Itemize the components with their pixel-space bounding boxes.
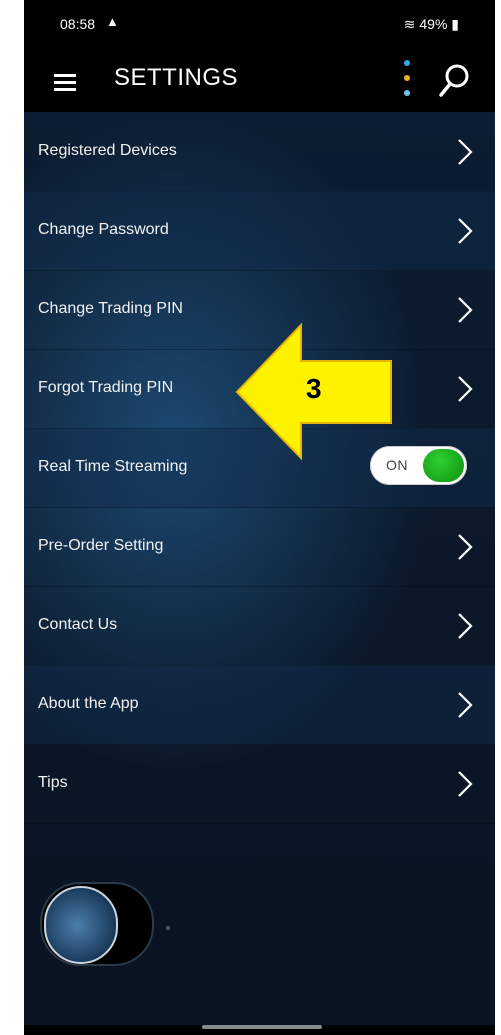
settings-item-label: Registered Devices [38, 142, 177, 159]
pip-indicator-dot [166, 926, 170, 930]
chevron-right-icon [458, 771, 473, 797]
settings-item-registered-devices[interactable]: Registered Devices [24, 112, 495, 192]
settings-item-label: Real Time Streaming [38, 458, 188, 475]
annotation-arrow: 3 [235, 322, 395, 461]
chevron-right-icon [458, 297, 473, 323]
chevron-right-icon [458, 218, 473, 244]
home-indicator[interactable] [202, 1025, 322, 1029]
search-icon[interactable] [438, 63, 470, 99]
settings-item-label: Change Password [38, 221, 169, 238]
app-bar: SETTINGS [24, 50, 495, 112]
settings-item-contact-us[interactable]: Contact Us [24, 586, 495, 666]
settings-item-change-password[interactable]: Change Password [24, 191, 495, 271]
chevron-right-icon [458, 139, 473, 165]
pip-thumbnail [44, 886, 118, 964]
picture-in-picture-window[interactable] [40, 882, 154, 966]
settings-item-label: About the App [38, 695, 139, 712]
signal-icon: ≋ [403, 16, 420, 32]
settings-item-tips[interactable]: Tips [24, 744, 495, 824]
settings-item-label: Forgot Trading PIN [38, 379, 174, 396]
chevron-right-icon [458, 376, 473, 402]
hamburger-menu-icon[interactable] [54, 74, 76, 91]
settings-item-about-the-app[interactable]: About the App [24, 665, 495, 745]
settings-item-pre-order-setting[interactable]: Pre-Order Setting [24, 507, 495, 587]
settings-list: Registered Devices Change Password Chang… [24, 112, 495, 902]
navigation-bar [24, 1025, 495, 1035]
toggle-knob [423, 449, 464, 482]
battery-icon: ▮ [447, 16, 459, 32]
status-indicators: ≋ 49% ▮ [404, 16, 459, 33]
chevron-right-icon [458, 613, 473, 639]
settings-item-label: Pre-Order Setting [38, 537, 164, 554]
chevron-right-icon [458, 692, 473, 718]
battery-level: 49% [419, 16, 448, 32]
status-time: 08:58 [60, 16, 96, 32]
kebab-menu-icon[interactable] [403, 58, 411, 98]
bottom-area [24, 882, 495, 1035]
settings-item-label: Change Trading PIN [38, 300, 183, 317]
status-bar: 08:58 ▲ ≋ 49% ▮ [24, 0, 495, 50]
page-title: SETTINGS [114, 64, 239, 91]
warning-icon: ▲ [106, 14, 119, 29]
settings-item-label: Contact Us [38, 616, 118, 633]
annotation-number: 3 [306, 373, 322, 404]
phone-screen: 08:58 ▲ ≋ 49% ▮ SETTINGS Registered Devi… [24, 0, 495, 1035]
settings-item-label: Tips [38, 774, 68, 791]
chevron-right-icon [458, 534, 473, 560]
